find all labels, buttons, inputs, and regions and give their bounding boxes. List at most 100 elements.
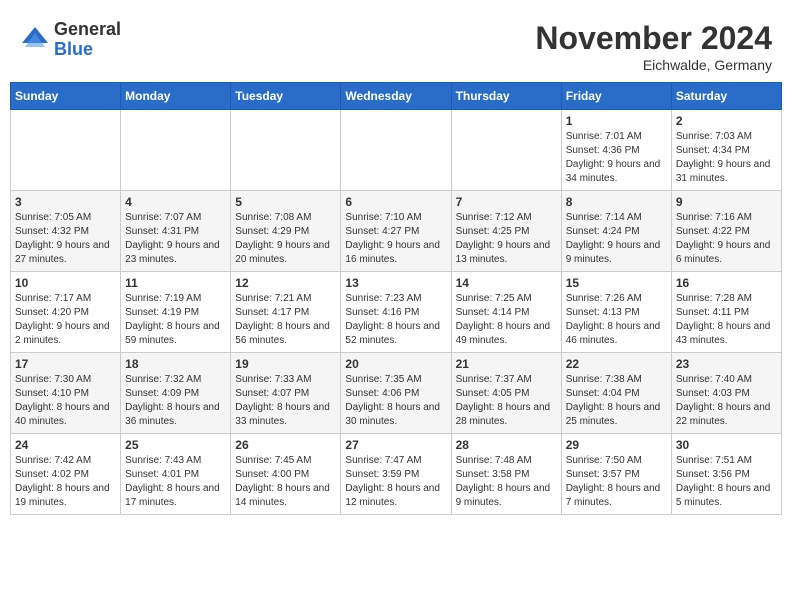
day-number: 9 xyxy=(676,195,777,209)
day-of-week-header: Wednesday xyxy=(341,83,451,110)
calendar-cell: 6 Sunrise: 7:10 AM Sunset: 4:27 PM Daylig… xyxy=(341,191,451,272)
day-info: Sunrise: 7:03 AM Sunset: 4:34 PM Dayligh… xyxy=(676,130,777,186)
day-info: Sunrise: 7:38 AM Sunset: 4:04 PM Dayligh… xyxy=(566,373,667,429)
day-info: Sunrise: 7:14 AM Sunset: 4:24 PM Dayligh… xyxy=(566,211,667,267)
calendar-cell: 25 Sunrise: 7:43 AM Sunset: 4:01 PM Dayli… xyxy=(121,434,231,515)
calendar-week-row: 1 Sunrise: 7:01 AM Sunset: 4:36 PM Daylig… xyxy=(11,110,782,191)
day-info: Sunrise: 7:50 AM Sunset: 3:57 PM Dayligh… xyxy=(566,454,667,510)
day-number: 7 xyxy=(456,195,557,209)
day-of-week-header: Saturday xyxy=(671,83,781,110)
logo-general-label: General xyxy=(54,20,121,40)
day-number: 20 xyxy=(345,357,446,371)
calendar-cell: 21 Sunrise: 7:37 AM Sunset: 4:05 PM Dayli… xyxy=(451,353,561,434)
day-info: Sunrise: 7:10 AM Sunset: 4:27 PM Dayligh… xyxy=(345,211,446,267)
day-info: Sunrise: 7:28 AM Sunset: 4:11 PM Dayligh… xyxy=(676,292,777,348)
calendar-cell: 30Sunrise: 7:51 AM Sunset: 3:56 PM Dayli… xyxy=(671,434,781,515)
day-number: 21 xyxy=(456,357,557,371)
calendar-cell: 27 Sunrise: 7:47 AM Sunset: 3:59 PM Dayli… xyxy=(341,434,451,515)
day-number: 8 xyxy=(566,195,667,209)
day-info: Sunrise: 7:21 AM Sunset: 4:17 PM Dayligh… xyxy=(235,292,336,348)
calendar-cell: 24 Sunrise: 7:42 AM Sunset: 4:02 PM Dayli… xyxy=(11,434,121,515)
day-info: Sunrise: 7:45 AM Sunset: 4:00 PM Dayligh… xyxy=(235,454,336,510)
calendar-week-row: 10Sunrise: 7:17 AM Sunset: 4:20 PM Dayli… xyxy=(11,272,782,353)
day-number: 6 xyxy=(345,195,446,209)
day-info: Sunrise: 7:48 AM Sunset: 3:58 PM Dayligh… xyxy=(456,454,557,510)
calendar-cell: 10Sunrise: 7:17 AM Sunset: 4:20 PM Dayli… xyxy=(11,272,121,353)
day-number: 11 xyxy=(125,276,226,290)
calendar-cell xyxy=(341,110,451,191)
calendar-week-row: 24 Sunrise: 7:42 AM Sunset: 4:02 PM Dayli… xyxy=(11,434,782,515)
day-number: 12 xyxy=(235,276,336,290)
day-info: Sunrise: 7:43 AM Sunset: 4:01 PM Dayligh… xyxy=(125,454,226,510)
day-info: Sunrise: 7:23 AM Sunset: 4:16 PM Dayligh… xyxy=(345,292,446,348)
day-info: Sunrise: 7:37 AM Sunset: 4:05 PM Dayligh… xyxy=(456,373,557,429)
day-info: Sunrise: 7:01 AM Sunset: 4:36 PM Dayligh… xyxy=(566,130,667,186)
calendar-cell: 15Sunrise: 7:26 AM Sunset: 4:13 PM Dayli… xyxy=(561,272,671,353)
day-info: Sunrise: 7:12 AM Sunset: 4:25 PM Dayligh… xyxy=(456,211,557,267)
day-info: Sunrise: 7:07 AM Sunset: 4:31 PM Dayligh… xyxy=(125,211,226,267)
day-number: 1 xyxy=(566,114,667,128)
day-number: 3 xyxy=(15,195,116,209)
day-info: Sunrise: 7:42 AM Sunset: 4:02 PM Dayligh… xyxy=(15,454,116,510)
calendar-cell: 22 Sunrise: 7:38 AM Sunset: 4:04 PM Dayli… xyxy=(561,353,671,434)
day-info: Sunrise: 7:51 AM Sunset: 3:56 PM Dayligh… xyxy=(676,454,777,510)
day-info: Sunrise: 7:08 AM Sunset: 4:29 PM Dayligh… xyxy=(235,211,336,267)
calendar-week-row: 3Sunrise: 7:05 AM Sunset: 4:32 PM Daylig… xyxy=(11,191,782,272)
month-title: November 2024 xyxy=(535,20,772,57)
calendar-cell: 13Sunrise: 7:23 AM Sunset: 4:16 PM Dayli… xyxy=(341,272,451,353)
day-number: 23 xyxy=(676,357,777,371)
day-number: 15 xyxy=(566,276,667,290)
calendar-cell: 11 Sunrise: 7:19 AM Sunset: 4:19 PM Dayli… xyxy=(121,272,231,353)
header: General Blue November 2024 Eichwalde, Ge… xyxy=(10,10,782,78)
calendar-cell: 7 Sunrise: 7:12 AM Sunset: 4:25 PM Daylig… xyxy=(451,191,561,272)
day-info: Sunrise: 7:25 AM Sunset: 4:14 PM Dayligh… xyxy=(456,292,557,348)
day-number: 18 xyxy=(125,357,226,371)
calendar-cell: 5Sunrise: 7:08 AM Sunset: 4:29 PM Daylig… xyxy=(231,191,341,272)
day-number: 26 xyxy=(235,438,336,452)
day-of-week-header: Sunday xyxy=(11,83,121,110)
day-info: Sunrise: 7:32 AM Sunset: 4:09 PM Dayligh… xyxy=(125,373,226,429)
calendar-cell: 9Sunrise: 7:16 AM Sunset: 4:22 PM Daylig… xyxy=(671,191,781,272)
day-number: 29 xyxy=(566,438,667,452)
calendar-cell xyxy=(11,110,121,191)
calendar-cell: 18 Sunrise: 7:32 AM Sunset: 4:09 PM Dayli… xyxy=(121,353,231,434)
day-info: Sunrise: 7:19 AM Sunset: 4:19 PM Dayligh… xyxy=(125,292,226,348)
calendar-cell: 2 Sunrise: 7:03 AM Sunset: 4:34 PM Daylig… xyxy=(671,110,781,191)
day-number: 17 xyxy=(15,357,116,371)
calendar-cell: 12 Sunrise: 7:21 AM Sunset: 4:17 PM Dayli… xyxy=(231,272,341,353)
logo-text: General Blue xyxy=(54,20,121,60)
day-number: 16 xyxy=(676,276,777,290)
day-of-week-header: Thursday xyxy=(451,83,561,110)
calendar-cell: 14 Sunrise: 7:25 AM Sunset: 4:14 PM Dayli… xyxy=(451,272,561,353)
day-of-week-header: Tuesday xyxy=(231,83,341,110)
day-info: Sunrise: 7:40 AM Sunset: 4:03 PM Dayligh… xyxy=(676,373,777,429)
calendar-cell: 26 Sunrise: 7:45 AM Sunset: 4:00 PM Dayli… xyxy=(231,434,341,515)
day-number: 10 xyxy=(15,276,116,290)
day-info: Sunrise: 7:47 AM Sunset: 3:59 PM Dayligh… xyxy=(345,454,446,510)
calendar-header-row: SundayMondayTuesdayWednesdayThursdayFrid… xyxy=(11,83,782,110)
calendar-cell xyxy=(231,110,341,191)
calendar-cell: 28 Sunrise: 7:48 AM Sunset: 3:58 PM Dayli… xyxy=(451,434,561,515)
calendar-cell xyxy=(451,110,561,191)
day-number: 25 xyxy=(125,438,226,452)
day-number: 22 xyxy=(566,357,667,371)
day-of-week-header: Monday xyxy=(121,83,231,110)
calendar-cell: 8 Sunrise: 7:14 AM Sunset: 4:24 PM Daylig… xyxy=(561,191,671,272)
calendar-cell: 3Sunrise: 7:05 AM Sunset: 4:32 PM Daylig… xyxy=(11,191,121,272)
day-number: 24 xyxy=(15,438,116,452)
day-number: 27 xyxy=(345,438,446,452)
calendar-table: SundayMondayTuesdayWednesdayThursdayFrid… xyxy=(10,82,782,515)
calendar-cell xyxy=(121,110,231,191)
calendar-cell: 23 Sunrise: 7:40 AM Sunset: 4:03 PM Dayli… xyxy=(671,353,781,434)
title-area: November 2024 Eichwalde, Germany xyxy=(535,20,772,73)
day-info: Sunrise: 7:33 AM Sunset: 4:07 PM Dayligh… xyxy=(235,373,336,429)
logo-icon xyxy=(20,25,50,55)
calendar-cell: 1 Sunrise: 7:01 AM Sunset: 4:36 PM Daylig… xyxy=(561,110,671,191)
day-number: 14 xyxy=(456,276,557,290)
logo: General Blue xyxy=(20,20,121,60)
calendar-cell: 17Sunrise: 7:30 AM Sunset: 4:10 PM Dayli… xyxy=(11,353,121,434)
day-number: 2 xyxy=(676,114,777,128)
calendar-cell: 16 Sunrise: 7:28 AM Sunset: 4:11 PM Dayli… xyxy=(671,272,781,353)
day-number: 28 xyxy=(456,438,557,452)
logo-blue-label: Blue xyxy=(54,40,121,60)
